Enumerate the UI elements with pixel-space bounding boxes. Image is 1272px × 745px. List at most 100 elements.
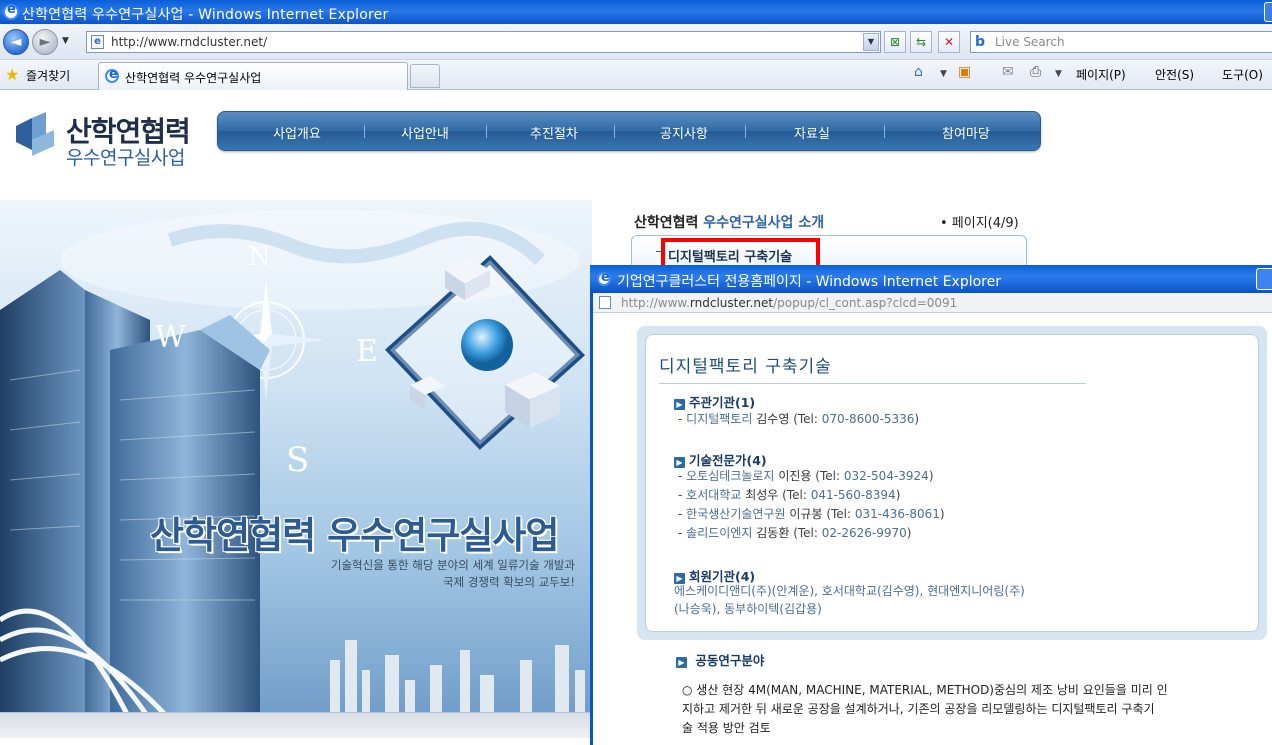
site-logo-subtitle[interactable]: 우수연구실사업 [66, 143, 185, 170]
site-logo-mark[interactable] [14, 112, 56, 156]
bullet-arrow-icon: ▶ [674, 399, 685, 410]
entry-person: 김수영 [756, 412, 790, 426]
mail-icon[interactable]: ✉ [1002, 64, 1014, 80]
bullet-arrow-icon: ▶ [676, 657, 687, 668]
tab-ie-icon [105, 67, 119, 83]
host-section-heading: ▶ 주관기관(1) [674, 392, 755, 411]
nav-history-dropdown-icon[interactable]: ▼ [62, 36, 69, 46]
intro-title-part1: 산학연협력 [634, 215, 704, 231]
expert-entry: - 오토심테크놀로지 이진용 (Tel: 032-504-3924) [678, 467, 934, 484]
browser-tab-active[interactable]: 산학연협력 우수연구실사업 [98, 62, 408, 90]
entry-tel-prefix: (Tel: [782, 488, 811, 502]
favorites-star-icon[interactable]: ★ [5, 65, 19, 84]
entry-tel: 070-8600-5336 [821, 412, 915, 426]
research-description: ○ 생산 현장 4M(MAN, MACHINE, MATERIAL, METHO… [682, 681, 1242, 738]
entry-dash: - [678, 469, 687, 483]
window-title: 산학연협력 우수연구실사업 - Windows Internet Explore… [22, 7, 389, 23]
compass-east-label: E [356, 334, 378, 369]
entry-tel-suffix: ) [914, 412, 920, 426]
page-indicator: • 페이지(4/9) [940, 216, 1019, 231]
host-entry: - 디지털팩토리 김수영 (Tel: 070-8600-5336) [678, 410, 919, 427]
entry-org[interactable]: 한국생산기술연구원 [686, 507, 785, 521]
print-icon[interactable]: ⎙ [1030, 64, 1041, 80]
entry-tel: 032-504-3924 [843, 469, 929, 483]
compass-north-label: N [248, 242, 271, 272]
search-placeholder: Live Search [995, 35, 1065, 49]
nav-item-procedure[interactable]: 추진절차 [530, 123, 578, 142]
entry-tel-suffix: ) [928, 469, 934, 483]
nav-divider [884, 125, 885, 138]
menu-page[interactable]: 페이지(P) [1076, 66, 1126, 83]
hero-subtitle-line2: 국제 경쟁력 확보의 교두보! [443, 575, 575, 589]
nav-divider [486, 125, 487, 138]
global-nav: 사업개요 사업안내 추진절차 공지사항 자료실 참여마당 [217, 111, 1041, 151]
research-section-label: 공동연구분야 [695, 653, 765, 668]
intro-section-title: 산학연협력 우수연구실사업 소개 [634, 212, 824, 232]
intro-title-part2: 우수연구실사업 소개 [703, 215, 825, 231]
refresh-icon[interactable]: ⇆ [910, 31, 932, 53]
back-button[interactable]: ◄ [3, 29, 29, 55]
popup-page-icon [599, 296, 611, 309]
rss-feed-icon[interactable]: ▣ [958, 64, 971, 80]
entry-tel-prefix: (Tel: [793, 412, 822, 426]
address-input[interactable]: e http://www.rndcluster.net/ ▼ [86, 31, 881, 53]
hero-subtitle-line1: 기술혁신을 통한 해당 분야의 세계 일류기술 개발과 [330, 558, 575, 572]
forward-button[interactable]: ► [32, 29, 58, 55]
address-bar: ◄ ► ▼ e http://www.rndcluster.net/ ▼ ⊠ ⇆… [0, 24, 1272, 60]
entry-org[interactable]: 솔리드이엔지 [686, 526, 752, 540]
popup-address-bar: http://www.rndcluster.net/popup/cl_cont.… [593, 293, 1272, 313]
entry-org[interactable]: 디지털팩토리 [686, 412, 752, 426]
info-card-divider [659, 383, 1086, 384]
nav-item-guide[interactable]: 사업안내 [401, 123, 449, 142]
entry-tel-suffix: ) [895, 488, 901, 502]
menu-safety[interactable]: 안전(S) [1155, 66, 1194, 83]
compass-south-label: S [286, 440, 310, 480]
page-icon: e [91, 35, 104, 49]
tab-title: 산학연협력 우수연구실사업 [125, 71, 262, 85]
nav-item-archive[interactable]: 자료실 [794, 123, 830, 142]
popup-titlebar[interactable]: 기업연구클러스터 전용홈페이지 - Windows Internet Explo… [590, 265, 1272, 293]
entry-person: 최성우 [745, 488, 779, 502]
entry-org[interactable]: 호서대학교 [686, 488, 741, 502]
compass-west-label: W [155, 320, 186, 355]
popup-url-prefix: http://www. [621, 296, 690, 310]
members-list: 에스케이디앤디(주)(안계운), 호서대학교(김수영), 현대엔지니어링(주) … [674, 582, 1094, 618]
entry-tel-prefix: (Tel: [793, 526, 822, 540]
compatibility-icon[interactable]: ⊠ [884, 31, 906, 53]
entry-tel-suffix: ) [906, 526, 912, 540]
minimize-button[interactable] [1264, 2, 1272, 22]
entry-dash: - [678, 507, 687, 521]
home-icon[interactable]: ⌂ [914, 64, 923, 80]
experts-section-label: 기술전문가(4) [689, 453, 767, 468]
favorites-label[interactable]: 즐겨찾기 [26, 67, 70, 84]
entry-org[interactable]: 오토심테크놀로지 [686, 469, 774, 483]
stop-icon[interactable]: ✕ [938, 31, 960, 53]
address-url: http://www.rndcluster.net/ [111, 35, 268, 49]
entry-person: 김동환 [756, 526, 790, 540]
popup-minimize-button[interactable] [1256, 268, 1272, 290]
research-line3: 술 적용 방안 검토 [682, 721, 771, 735]
new-tab-button[interactable] [410, 64, 440, 88]
hero-subtitle: 기술혁신을 통한 해당 분야의 세계 일류기술 개발과 국제 경쟁력 확보의 교… [300, 557, 575, 591]
nav-item-community[interactable]: 참여마당 [942, 123, 990, 142]
hero-title: 산학연협력 우수연구실사업 [150, 514, 559, 557]
address-dropdown-icon[interactable]: ▼ [863, 33, 879, 51]
menu-tools[interactable]: 도구(O) [1222, 66, 1263, 83]
entry-tel: 041-560-8394 [810, 488, 896, 502]
expert-entry: - 호서대학교 최성우 (Tel: 041-560-8394) [678, 486, 900, 503]
popup-url: http://www.rndcluster.net/popup/cl_cont.… [621, 296, 957, 310]
window-titlebar[interactable]: 산학연협력 우수연구실사업 - Windows Internet Explore… [0, 0, 1272, 24]
search-input[interactable]: b Live Search [970, 31, 1272, 53]
print-dropdown-icon[interactable]: ▼ [1055, 69, 1062, 79]
nav-item-notice[interactable]: 공지사항 [660, 123, 708, 142]
home-dropdown-icon[interactable]: ▼ [940, 69, 947, 79]
entry-dash: - [678, 526, 687, 540]
entry-person: 이진용 [778, 469, 812, 483]
entry-tel-prefix: (Tel: [815, 469, 844, 483]
entry-dash: - [678, 412, 687, 426]
entry-dash: - [678, 488, 687, 502]
nav-item-overview[interactable]: 사업개요 [273, 123, 321, 142]
expert-entry: - 솔리드이엔지 김동환 (Tel: 02-2626-9970) [678, 524, 911, 541]
host-section-label: 주관기관(1) [689, 395, 756, 410]
live-search-icon: b [975, 34, 986, 50]
